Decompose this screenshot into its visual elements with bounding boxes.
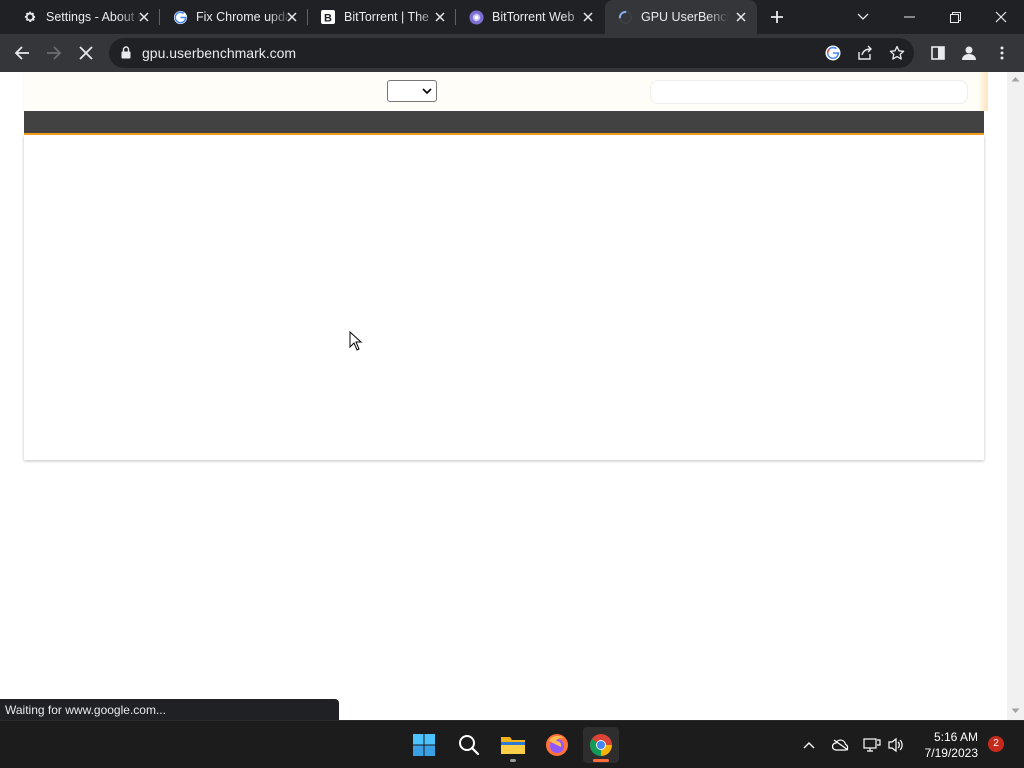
restore-button[interactable] bbox=[932, 0, 978, 34]
arrow-left-icon bbox=[14, 46, 29, 60]
close-icon bbox=[995, 11, 1007, 23]
search-button[interactable] bbox=[451, 727, 487, 763]
address-url: gpu.userbenchmark.com bbox=[142, 45, 297, 61]
browser-toolbar: gpu.userbenchmark.com bbox=[0, 34, 1024, 72]
address-bar[interactable]: gpu.userbenchmark.com bbox=[109, 38, 914, 68]
volume-icon[interactable] bbox=[886, 735, 906, 755]
notification-badge[interactable]: 2 bbox=[988, 736, 1004, 752]
show-hidden-icons-button[interactable] bbox=[799, 735, 819, 755]
onedrive-icon[interactable] bbox=[831, 735, 851, 755]
tab-fix-chrome[interactable]: Fix Chrome update bbox=[160, 0, 308, 34]
network-icon[interactable] bbox=[862, 735, 882, 755]
chrome-menu-button[interactable] bbox=[990, 41, 1014, 65]
arrow-right-icon bbox=[47, 46, 62, 60]
tab-gpu-userbenchmark[interactable]: GPU UserBenchmark bbox=[605, 0, 757, 34]
site-dropdown-select[interactable] bbox=[387, 80, 437, 102]
google-icon bbox=[172, 9, 188, 25]
share-icon[interactable] bbox=[857, 45, 873, 61]
tab-search-button[interactable] bbox=[840, 0, 886, 34]
google-lens-icon[interactable] bbox=[825, 45, 841, 61]
side-panel-icon bbox=[931, 46, 945, 60]
tab-title: BitTorrent | The bbox=[344, 10, 429, 24]
close-window-button[interactable] bbox=[978, 0, 1024, 34]
close-tab-icon[interactable] bbox=[580, 9, 596, 25]
back-button[interactable] bbox=[10, 41, 34, 65]
mouse-pointer-icon bbox=[349, 331, 363, 351]
site-header bbox=[24, 72, 988, 111]
tab-bittorrent[interactable]: B BitTorrent | The bbox=[308, 0, 456, 34]
chevron-down-icon bbox=[857, 13, 869, 20]
profile-button[interactable] bbox=[957, 41, 981, 65]
close-tab-icon[interactable] bbox=[432, 9, 448, 25]
clock-date: 7/19/2023 bbox=[924, 746, 978, 760]
site-content-panel bbox=[24, 135, 984, 460]
more-vertical-icon bbox=[1000, 46, 1004, 60]
lock-icon bbox=[121, 46, 131, 59]
close-tab-icon[interactable] bbox=[136, 9, 152, 25]
chrome-button[interactable] bbox=[583, 727, 619, 763]
bittorrent-b-icon: B bbox=[320, 9, 336, 25]
svg-text:B: B bbox=[324, 13, 332, 25]
windows-logo-icon bbox=[413, 734, 435, 756]
chrome-icon bbox=[590, 734, 612, 756]
status-bubble: Waiting for www.google.com... bbox=[0, 699, 339, 720]
system-clock[interactable]: 5:16 AM 7/19/2023 bbox=[906, 729, 978, 761]
tab-title: Fix Chrome update bbox=[196, 10, 292, 24]
gear-icon bbox=[22, 9, 38, 25]
close-tab-icon[interactable] bbox=[733, 9, 749, 25]
stop-loading-button[interactable] bbox=[74, 41, 98, 65]
tab-settings[interactable]: Settings - About Chrome bbox=[10, 0, 160, 34]
side-panel-button[interactable] bbox=[926, 41, 950, 65]
restore-icon bbox=[949, 11, 961, 23]
scroll-up-arrow-icon[interactable] bbox=[1011, 76, 1020, 82]
close-tab-icon[interactable] bbox=[284, 9, 300, 25]
firefox-icon bbox=[546, 734, 568, 756]
site-search-input[interactable] bbox=[650, 80, 968, 104]
start-button[interactable] bbox=[406, 727, 442, 763]
plus-icon bbox=[771, 11, 783, 23]
bookmark-star-icon[interactable] bbox=[889, 45, 905, 61]
chevron-up-icon bbox=[803, 742, 815, 749]
chevron-down-icon bbox=[422, 88, 432, 95]
tab-bittorrent-web[interactable]: BitTorrent Web bbox=[456, 0, 604, 34]
site-nav-bar bbox=[24, 111, 984, 135]
active-indicator bbox=[593, 759, 609, 762]
tab-strip: Settings - About Chrome Fix Chrome updat… bbox=[0, 0, 1024, 34]
file-explorer-button[interactable] bbox=[495, 727, 531, 763]
firefox-button[interactable] bbox=[539, 727, 575, 763]
forward-button[interactable] bbox=[42, 41, 66, 65]
page-viewport bbox=[0, 72, 1007, 720]
search-icon bbox=[459, 735, 480, 756]
loading-spinner-icon bbox=[617, 9, 633, 25]
header-edge-glow bbox=[978, 72, 988, 111]
page-scrollbar[interactable] bbox=[1007, 72, 1024, 720]
minimize-button[interactable] bbox=[886, 0, 932, 34]
scroll-down-arrow-icon[interactable] bbox=[1011, 708, 1020, 714]
minimize-icon bbox=[903, 16, 915, 18]
new-tab-button[interactable] bbox=[766, 6, 788, 28]
running-indicator bbox=[510, 759, 516, 762]
clock-time: 5:16 AM bbox=[933, 730, 978, 744]
folder-icon bbox=[501, 737, 525, 754]
tab-title: GPU UserBenchmark bbox=[641, 10, 729, 24]
stop-x-icon bbox=[79, 46, 93, 60]
tab-title: Settings - About Chrome bbox=[46, 10, 142, 24]
profile-avatar-icon bbox=[962, 46, 976, 60]
tab-title: BitTorrent Web bbox=[492, 10, 575, 24]
bittorrent-web-icon bbox=[468, 9, 484, 25]
windows-taskbar: 5:16 AM 7/19/2023 bbox=[0, 720, 1024, 768]
